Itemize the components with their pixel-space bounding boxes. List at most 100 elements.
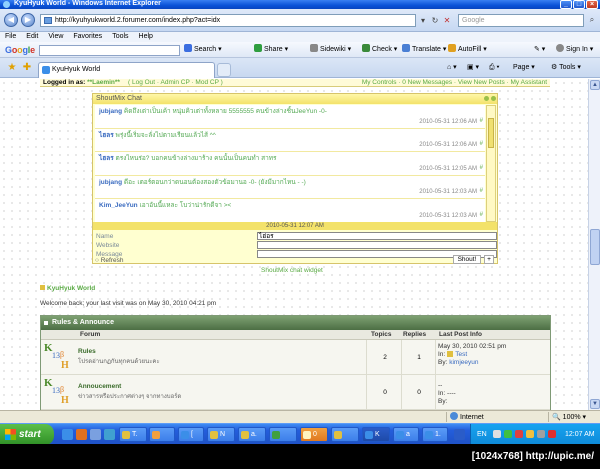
tab-kyuhyuk-world[interactable]: KyuHyuk World <box>38 62 215 78</box>
google-search-button[interactable]: Search ▾ <box>184 42 222 58</box>
settings-icon[interactable] <box>484 96 489 101</box>
task-icon <box>303 431 311 439</box>
task-icon <box>425 431 433 439</box>
google-logo: Google <box>5 45 35 55</box>
shout-author[interactable]: ไฮลร <box>99 132 114 139</box>
tools-menu[interactable]: ⚙ Tools ▾ <box>551 61 581 75</box>
shoutmix-scrollbar[interactable] <box>486 105 496 222</box>
image-caption: [1024x768] http://upic.me/ <box>0 444 600 469</box>
forum-title[interactable]: Annoucement <box>78 383 121 390</box>
task-button[interactable]: [ <box>178 427 204 442</box>
sign-in-button[interactable]: Sign In ▾ <box>556 42 593 58</box>
task-button[interactable] <box>331 427 359 442</box>
ie-quicklaunch-icon[interactable] <box>62 429 73 440</box>
scroll-thumb[interactable] <box>590 229 600 265</box>
compat-view-icon[interactable]: ▾ <box>418 15 428 26</box>
desktop-quicklaunch-icon[interactable] <box>90 429 101 440</box>
shoutmix-widget-link[interactable]: ShoutMix chat widget <box>261 267 323 274</box>
messenger-quicklaunch-icon[interactable] <box>104 429 115 440</box>
page-icon <box>44 17 52 24</box>
tray-icon[interactable] <box>504 430 512 438</box>
shout-author[interactable]: ไฮลร <box>99 155 114 162</box>
shout-author[interactable]: Kim_JeeYun <box>99 202 138 209</box>
address-url: http://kyuhyukworld.2.forumer.com/index.… <box>55 17 221 24</box>
scroll-up-icon[interactable]: ▲ <box>590 80 600 90</box>
shout-text: พรุ่งนี้เริ่มจะลั่งไปตามเรียนแล้วไส้ ^^ <box>115 131 216 139</box>
task-button[interactable]: T. <box>119 427 147 442</box>
autofill-button[interactable]: AutoFill ▾ <box>448 42 487 58</box>
last-post-topic[interactable]: Test <box>455 351 467 358</box>
shout-author[interactable]: jubjang <box>99 179 122 186</box>
task-button[interactable] <box>269 427 297 442</box>
site-link[interactable]: KyuHyuk World <box>40 285 95 292</box>
status-bar: Internet 🔍 100% ▾ <box>0 410 600 423</box>
refresh-link[interactable]: ○ Refresh <box>95 257 124 264</box>
language-indicator[interactable]: EN <box>477 424 487 445</box>
task-button-active[interactable]: K <box>362 427 390 442</box>
account-links[interactable]: ( Log Out · Admin CP · Mod CP ) <box>128 79 223 86</box>
wrench-icon[interactable]: ✎ ▾ <box>534 42 545 58</box>
forward-button[interactable]: ▶ <box>21 13 35 27</box>
tray-icon[interactable] <box>493 430 501 438</box>
page-scrollbar[interactable]: ▲ ▼ <box>588 79 600 410</box>
google-search-input[interactable] <box>39 45 180 56</box>
print-icon[interactable]: ⎙ ▾ <box>489 61 500 75</box>
user-links[interactable]: My Controls · 0 New Messages · View New … <box>362 79 547 86</box>
menu-view[interactable]: View <box>43 32 68 42</box>
task-button[interactable] <box>149 427 175 442</box>
start-button[interactable]: start <box>0 424 54 445</box>
scroll-down-icon[interactable]: ▼ <box>590 399 600 409</box>
shout-message: jubjang คิดถึงเต่าเป็นเค้า หนุ่มคิวเต่าท… <box>95 105 485 129</box>
shout-time: 2010-05-31 12:06 AM <box>419 118 477 125</box>
task-button[interactable]: a. <box>238 427 266 442</box>
tray-icon[interactable] <box>548 430 556 438</box>
search-input[interactable]: Google <box>458 14 584 27</box>
feeds-icon[interactable]: ▣ ▾ <box>467 61 479 75</box>
website-input[interactable] <box>257 241 497 249</box>
forum-row: K 13 β H Annoucement ข่าวสารหรือประกาศต่างๆ… <box>41 375 550 410</box>
task-button[interactable]: N <box>207 427 235 442</box>
task-icon <box>181 431 189 439</box>
home-icon[interactable]: ⌂ ▾ <box>447 61 457 75</box>
name-input[interactable]: ไฮ่อร <box>257 232 497 240</box>
menu-favorites[interactable]: Favorites <box>68 32 107 42</box>
address-input[interactable]: http://kyuhyukworld.2.forumer.com/index.… <box>40 14 416 27</box>
check-button[interactable]: Check ▾ <box>362 42 397 58</box>
maximize-button[interactable]: □ <box>573 0 585 9</box>
shout-button[interactable]: Shout! <box>453 255 481 264</box>
back-button[interactable]: ◀ <box>4 13 18 27</box>
translate-button[interactable]: Translate ▾ <box>402 42 446 58</box>
more-button[interactable]: + <box>484 255 494 264</box>
task-button[interactable]: 1. <box>422 427 448 442</box>
shout-message: ไฮลร ตรงไหนร่อ? บอกคนข้างล่างมาร้าง คนนั… <box>95 152 485 176</box>
help-icon[interactable] <box>491 96 496 101</box>
stop-icon[interactable]: ✕ <box>442 15 452 26</box>
menu-tools[interactable]: Tools <box>107 32 133 42</box>
minimize-button[interactable]: _ <box>560 0 572 9</box>
shout-author[interactable]: jubjang <box>99 108 122 115</box>
forum-title[interactable]: Rules <box>78 348 96 355</box>
page-menu[interactable]: Page ▾ <box>513 61 535 75</box>
volume-icon[interactable] <box>537 430 545 438</box>
new-tab-button[interactable] <box>217 63 231 77</box>
task-button[interactable]: a <box>393 427 419 442</box>
menu-file[interactable]: File <box>0 32 21 42</box>
search-icon[interactable]: ⌕ <box>586 14 598 27</box>
menu-help[interactable]: Help <box>134 32 158 42</box>
sidewiki-button[interactable]: Sidewiki ▾ <box>310 42 351 58</box>
tray-icon[interactable] <box>515 430 523 438</box>
favorites-star-icon[interactable]: ★ <box>6 62 18 74</box>
menu-edit[interactable]: Edit <box>21 32 43 42</box>
name-label: Name <box>96 233 114 240</box>
refresh-icon[interactable]: ↻ <box>430 15 440 26</box>
last-post-user[interactable]: kimjeeyun <box>449 359 478 366</box>
task-button[interactable]: 0 <box>300 427 328 442</box>
category-header[interactable]: Rules & Announce <box>41 316 550 330</box>
close-button[interactable]: × <box>586 0 598 9</box>
desktop-toggle-icon[interactable] <box>454 429 465 440</box>
share-button[interactable]: Share ▾ <box>254 42 288 58</box>
scroll-thumb[interactable] <box>488 118 494 148</box>
add-favorites-icon[interactable]: ✚ <box>21 62 33 74</box>
tray-icon[interactable] <box>526 430 534 438</box>
firefox-quicklaunch-icon[interactable] <box>76 429 87 440</box>
